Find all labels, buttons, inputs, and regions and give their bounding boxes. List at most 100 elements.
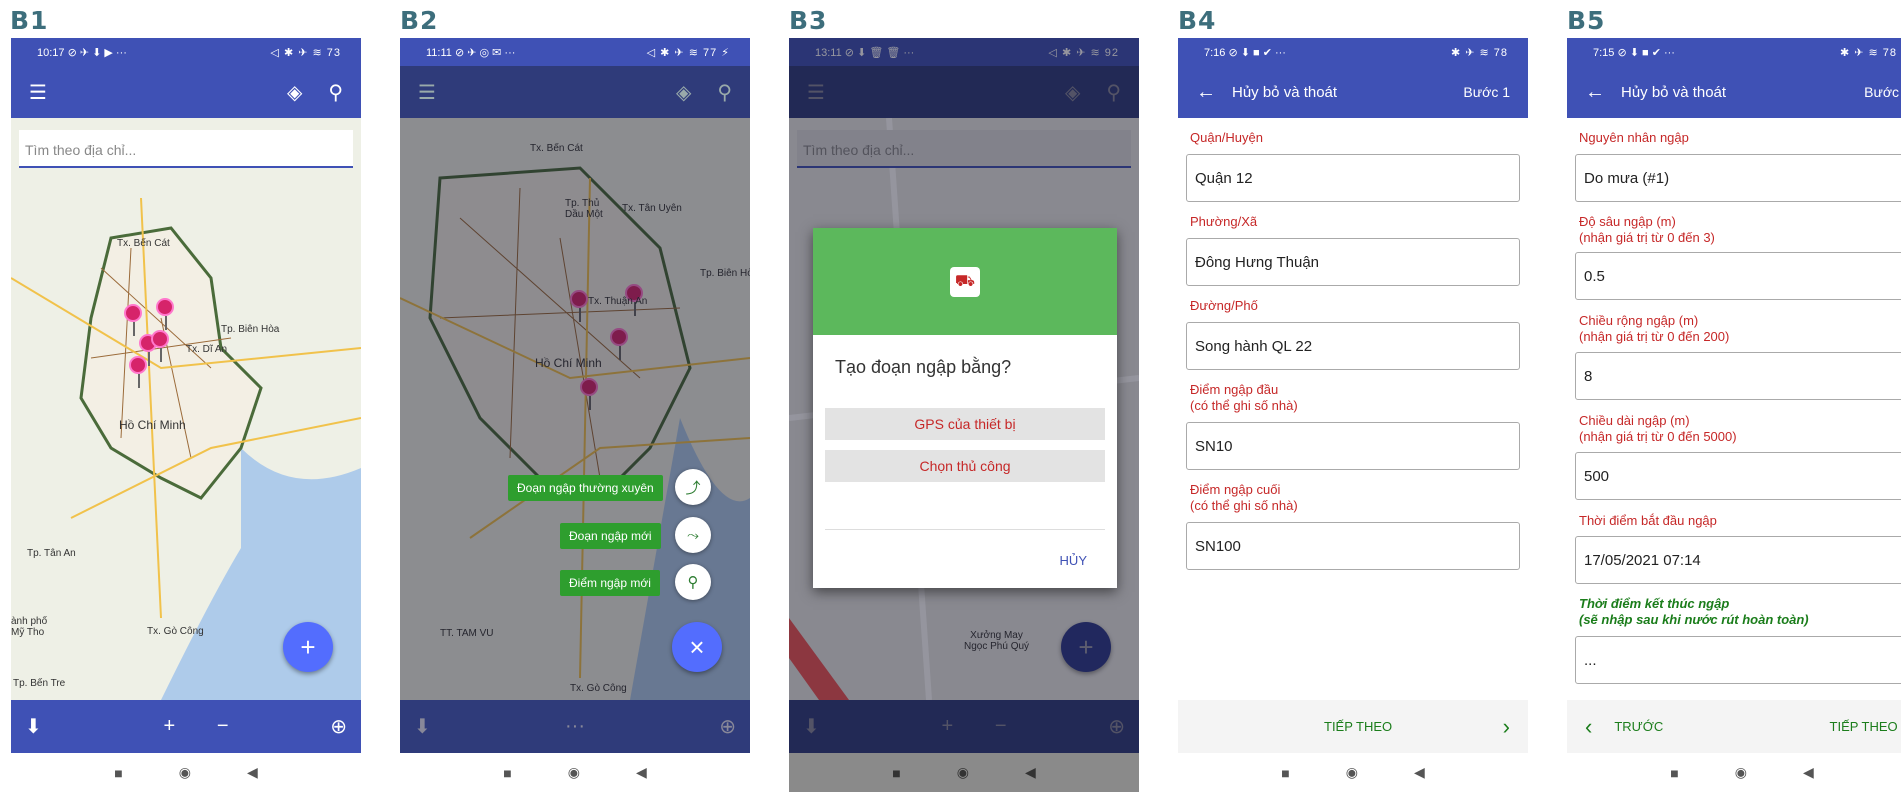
recents-nav-icon[interactable]: ■ — [1281, 765, 1289, 781]
create-segment-dialog: ⛟ Tạo đoạn ngập bằng? GPS của thiết bị C… — [813, 228, 1117, 588]
dialog-header: ⛟ — [813, 228, 1117, 335]
chevron-left-icon[interactable]: ‹ — [1585, 714, 1592, 740]
route-icon[interactable]: ⤴ — [675, 469, 711, 505]
android-nav-bar: ■ ◉ ◀ — [1567, 753, 1901, 792]
status-bar: 10:17 ⊘ ✈ ⬇ ▶ ··· ◁ ✱ ✈ ≋ 73 — [11, 38, 361, 66]
map-pin[interactable] — [151, 330, 169, 362]
add-location-icon[interactable]: ⚲ — [675, 564, 711, 600]
layers-icon[interactable]: ◈ — [676, 80, 691, 105]
phone-b4: 7:16 ⊘ ⬇ ■ ✔ ··· ✱ ✈ ≋ 78 ← Hủy bỏ và th… — [1178, 38, 1528, 792]
back-nav-icon[interactable]: ◀ — [636, 764, 647, 781]
status-time: 7:16 ⊘ ⬇ ■ ✔ ··· — [1204, 46, 1286, 59]
end-time-label: Thời điểm kết thúc ngập (sẽ nhập sau khi… — [1579, 596, 1809, 627]
menu-icon[interactable]: ☰ — [29, 80, 47, 105]
layers-icon[interactable]: ◈ — [287, 80, 302, 105]
end-time-field[interactable]: ... — [1575, 636, 1901, 684]
overlay-scrim[interactable] — [400, 118, 750, 700]
recents-nav-icon[interactable]: ■ — [1670, 765, 1678, 781]
menu-new-flood-segment[interactable]: Đoạn ngập mới — [560, 523, 661, 549]
start-point-field[interactable]: SN10 — [1186, 422, 1520, 470]
android-nav-bar: ■ ◉ ◀ — [1178, 753, 1528, 792]
status-icons: ✱ ✈ ≋ 78 — [1450, 46, 1508, 59]
cancel-exit-title[interactable]: Hủy bỏ và thoát — [1621, 84, 1726, 101]
recents-nav-icon[interactable]: ■ — [114, 765, 122, 781]
ward-field[interactable]: Đông Hưng Thuận — [1186, 238, 1520, 286]
app-bar: ☰ ◈ ⚲ — [11, 66, 361, 118]
back-nav-icon[interactable]: ◀ — [247, 764, 258, 781]
recents-nav-icon[interactable]: ■ — [892, 765, 900, 781]
street-field[interactable]: Song hành QL 22 — [1186, 322, 1520, 370]
form-footer: ‹ TRƯỚC TIẾP THEO › — [1567, 700, 1901, 753]
recents-nav-icon[interactable]: ■ — [503, 765, 511, 781]
cause-label: Nguyên nhân ngập — [1579, 130, 1689, 145]
app-logo-icon: ⛟ — [950, 266, 980, 297]
home-nav-icon[interactable]: ◉ — [179, 764, 191, 781]
route-add-icon[interactable]: ⤳ — [675, 517, 711, 553]
end-point-label: Điểm ngập cuối (có thể ghi số nhà) — [1190, 482, 1298, 513]
next-button[interactable]: TIẾP THEO — [1830, 719, 1898, 734]
search-icon[interactable]: ⚲ — [717, 80, 732, 105]
street-label: Đường/Phố — [1190, 298, 1258, 313]
step-indicator: Bước 1 — [1463, 84, 1510, 100]
status-bar: 7:15 ⊘ ⬇ ■ ✔ ··· ✱ ✈ ≋ 78 — [1567, 38, 1901, 66]
back-nav-icon[interactable]: ◀ — [1803, 764, 1814, 781]
map-label: Tx. Dĩ An — [186, 344, 228, 355]
end-point-field[interactable]: SN100 — [1186, 522, 1520, 570]
next-button[interactable]: TIẾP THEO — [1324, 719, 1392, 734]
district-field[interactable]: Quận 12 — [1186, 154, 1520, 202]
start-time-field[interactable]: 17/05/2021 07:14 — [1575, 536, 1901, 584]
chevron-right-icon[interactable]: › — [1503, 714, 1510, 740]
cancel-button[interactable]: HỦY — [1060, 553, 1087, 568]
home-nav-icon[interactable]: ◉ — [957, 764, 969, 781]
phone-b1: 10:17 ⊘ ✈ ⬇ ▶ ··· ◁ ✱ ✈ ≋ 73 ☰ ◈ ⚲ Tx. B… — [11, 38, 361, 792]
menu-new-flood-point[interactable]: Điểm ngập mới — [560, 570, 660, 596]
previous-button[interactable]: TRƯỚC — [1614, 719, 1663, 734]
width-field[interactable]: 8 — [1575, 352, 1901, 400]
locate-icon[interactable]: ⊕ — [719, 714, 736, 739]
back-nav-icon[interactable]: ◀ — [1414, 764, 1425, 781]
map-pin[interactable] — [156, 298, 174, 330]
status-icons: ✱ ✈ ≋ 78 — [1839, 46, 1897, 59]
map-pin[interactable] — [124, 304, 142, 336]
length-label: Chiều dài ngập (m) (nhận giá trị từ 0 đế… — [1579, 413, 1737, 444]
panel-label-b3: B3 — [789, 6, 828, 35]
download-icon[interactable]: ⬇ — [414, 714, 431, 739]
start-point-label: Điểm ngập đầu (có thể ghi số nhà) — [1190, 382, 1298, 413]
start-time-label: Thời điểm bắt đầu ngập — [1579, 513, 1717, 528]
home-nav-icon[interactable]: ◉ — [1346, 764, 1358, 781]
manual-option-button[interactable]: Chọn thủ công — [825, 450, 1105, 482]
map-view[interactable]: Tx. Bến Cát Tp. Biên Hòa Tx. Dĩ An Hồ Ch… — [11, 118, 361, 700]
status-bar: 7:16 ⊘ ⬇ ■ ✔ ··· ✱ ✈ ≋ 78 — [1178, 38, 1528, 66]
menu-regular-flood-segment[interactable]: Đoạn ngập thường xuyên — [508, 475, 663, 501]
android-nav-bar: ■ ◉ ◀ — [400, 753, 750, 792]
back-arrow-icon[interactable]: ← — [1196, 81, 1216, 104]
map-label: ành phố Mỹ Tho — [11, 616, 48, 638]
home-nav-icon[interactable]: ◉ — [568, 764, 580, 781]
cause-select[interactable]: Do mưa (#1) — [1575, 154, 1901, 202]
android-nav-bar: ■ ◉ ◀ — [789, 753, 1139, 792]
back-nav-icon[interactable]: ◀ — [1025, 764, 1036, 781]
length-field[interactable]: 500 — [1575, 452, 1901, 500]
address-search-input[interactable]: Tìm theo địa chỉ... — [19, 130, 353, 168]
cancel-exit-title[interactable]: Hủy bỏ và thoát — [1232, 84, 1337, 101]
panel-label-b2: B2 — [400, 6, 439, 35]
locate-icon[interactable]: ⊕ — [330, 714, 347, 739]
more-icon[interactable]: ··· — [565, 715, 585, 738]
back-arrow-icon[interactable]: ← — [1585, 81, 1605, 104]
depth-field[interactable]: 0.5 — [1575, 252, 1901, 300]
add-fab-button[interactable]: + — [283, 622, 333, 672]
gps-option-button[interactable]: GPS của thiết bị — [825, 408, 1105, 440]
zoom-out-button[interactable]: − — [217, 715, 229, 738]
map-pin[interactable] — [129, 356, 147, 388]
map-label: Tx. Gò Công — [147, 626, 204, 637]
search-icon[interactable]: ⚲ — [328, 80, 343, 105]
map-label: Tp. Bến Tre — [13, 678, 66, 689]
home-nav-icon[interactable]: ◉ — [1735, 764, 1747, 781]
close-fab-button[interactable]: × — [672, 622, 722, 672]
map-label: Tx. Bến Cát — [117, 238, 170, 249]
bottom-toolbar: ⬇ ··· ⊕ — [400, 700, 750, 753]
menu-icon[interactable]: ☰ — [418, 80, 436, 105]
zoom-in-button[interactable]: + — [163, 715, 175, 738]
map-label: Tp. Tân An — [27, 548, 76, 559]
download-icon[interactable]: ⬇ — [25, 714, 42, 739]
